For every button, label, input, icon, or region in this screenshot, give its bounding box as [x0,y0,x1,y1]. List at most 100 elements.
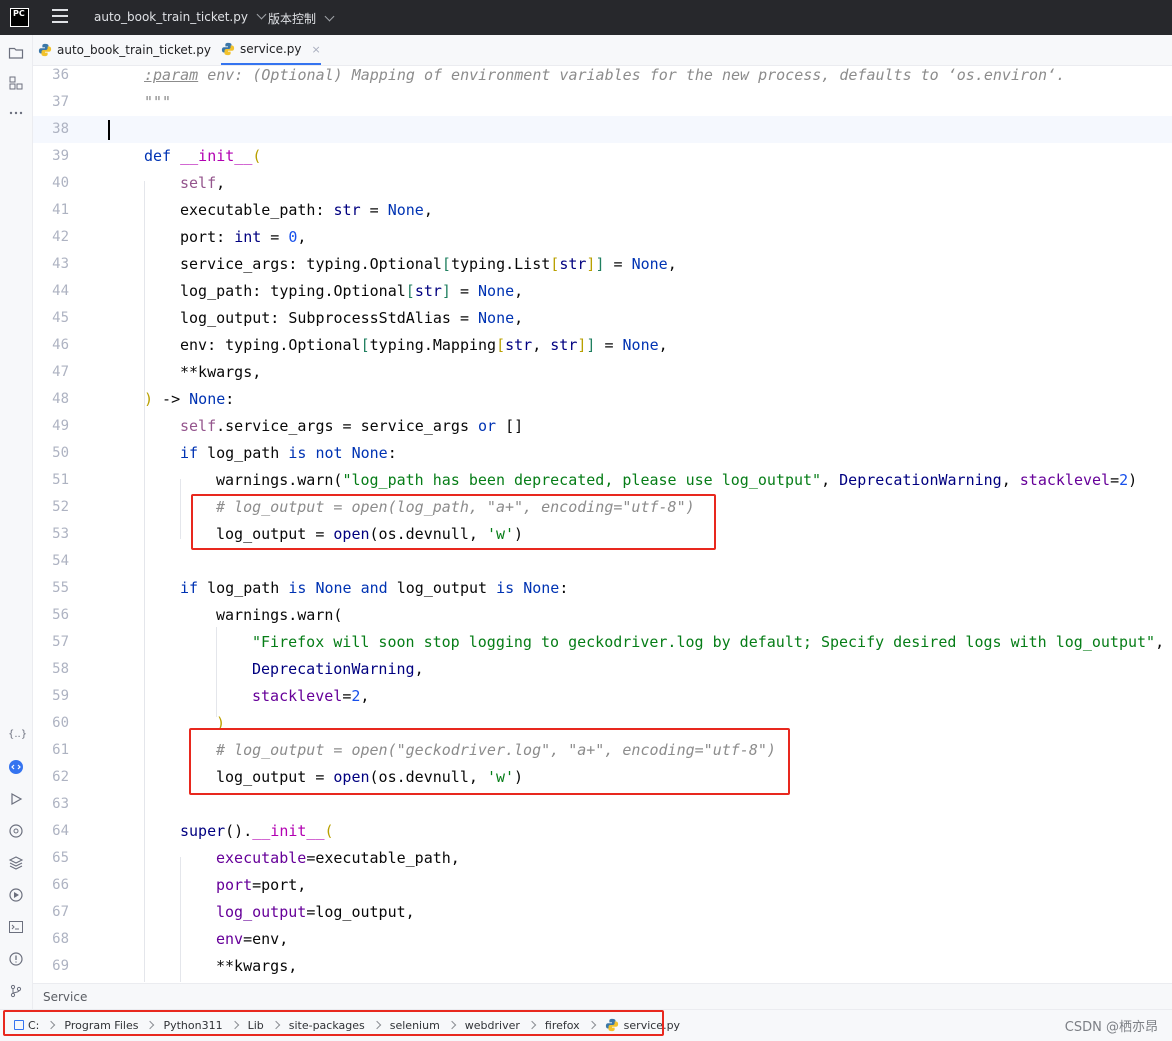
bracket: [ [550,255,560,273]
close-tab-icon[interactable]: × [312,43,321,56]
keyword: if [180,444,199,462]
json-braces-icon[interactable]: {..} [8,727,27,743]
keyword: None [622,336,659,354]
code-line: 58 DeprecationWarning, [33,656,1172,683]
code-line: 43 service_args: typing.Optional[typing.… [33,251,1172,278]
layers-icon[interactable] [8,855,24,871]
line-number: 54 [52,553,69,569]
project-name: auto_book_train_ticket.py [94,10,248,24]
navigation-bar: C: Program Files Python311 Lib site-pack… [0,1009,1172,1041]
structure-icon[interactable] [8,75,24,91]
line-number: 52 [52,499,69,515]
bracket: [ [441,255,451,273]
builtin: int [234,228,262,246]
code-line: 57 "Firefox will soon stop logging to ge… [33,629,1172,656]
line-number: 55 [52,580,69,596]
named-argument: env [216,930,244,948]
code-text: **kwargs, [180,363,262,381]
code-text: port: [180,228,235,246]
ai-assistant-icon[interactable] [8,759,24,775]
builtin: str [333,201,361,219]
self-keyword: self [180,174,217,192]
line-number: 38 [52,121,69,137]
code-text: , [360,687,370,705]
function-name: __init__ [252,822,325,840]
pycharm-logo-icon[interactable]: PC [10,8,29,27]
code-text: .service_args = service_args [216,417,479,435]
builtin: str [414,282,442,300]
code-text: , [658,336,668,354]
code-line: 56 warnings.warn( [33,602,1172,629]
code-text: : [225,390,235,408]
named-argument: log_output [216,903,307,921]
code-text: (). [225,822,253,840]
line-number: 57 [52,634,69,650]
code-line: 50 if log_path is not None: [33,440,1172,467]
code-text: = [360,201,388,219]
bracket: ) [144,390,154,408]
code-line: 51 warnings.warn("log_path has been depr… [33,467,1172,494]
keyword: is [496,579,515,597]
named-argument: stacklevel [252,687,343,705]
code-text: = [450,282,479,300]
line-number: 53 [52,526,69,542]
line-number: 64 [52,823,69,839]
title-bar: PC auto_book_train_ticket.py 版本控制 [0,0,1172,35]
project-selector[interactable]: auto_book_train_ticket.py [94,9,267,24]
tab-auto-book-train-ticket[interactable]: auto_book_train_ticket.py [38,35,211,65]
code-text: , [667,255,677,273]
code-editor[interactable]: 36 :param env: (Optional) Mapping of env… [33,66,1172,982]
code-line: 47 **kwargs, [33,359,1172,386]
code-text: warnings.warn( [216,471,343,489]
services-icon[interactable] [8,887,24,903]
code-line: 48 ) -> None: [33,386,1172,413]
line-number: 67 [52,904,69,920]
builtin: str [550,336,578,354]
builtin: str [559,255,587,273]
code-line: 36 :param env: (Optional) Mapping of env… [33,66,1172,89]
code-text: typing.List [450,255,551,273]
python-file-icon [38,43,52,57]
line-number: 51 [52,472,69,488]
code-text: log_output [387,579,497,597]
code-text: log_path [198,579,289,597]
code-line: 55 if log_path is None and log_output is… [33,575,1172,602]
line-number: 40 [52,175,69,191]
bracket: [ [496,336,506,354]
python-file-icon [221,42,235,56]
code-line: 46 env: typing.Optional[typing.Mapping[s… [33,332,1172,359]
self-keyword: self [180,417,217,435]
run-icon[interactable] [8,791,24,807]
code-line: 42 port: int = 0, [33,224,1172,251]
git-icon[interactable] [8,983,24,999]
keyword: None [351,444,388,462]
line-number: 60 [52,715,69,731]
bracket: ( [324,822,334,840]
keyword: None [478,282,515,300]
named-argument: executable [216,849,307,867]
chevron-down-icon [256,9,267,20]
code-line: 59 stacklevel=2, [33,683,1172,710]
project-folder-icon[interactable] [8,45,24,61]
code-text: , [532,336,551,354]
line-number: 44 [52,283,69,299]
terminal-icon[interactable] [8,919,24,935]
code-line: 39 def __init__( [33,143,1172,170]
highlight-box [3,1010,664,1036]
problems-icon[interactable] [8,951,24,967]
code-text: , [514,309,524,327]
more-tools-icon[interactable] [8,105,24,121]
line-number: 41 [52,202,69,218]
line-number: 46 [52,337,69,353]
tab-service[interactable]: service.py × [221,35,321,65]
service-panel-header: Service [33,983,1172,1010]
vcs-selector[interactable]: 版本控制 [268,10,335,27]
python-packages-icon[interactable] [8,823,24,839]
code-text: , [216,174,226,192]
code-text: =log_output, [306,903,415,921]
code-text: : [559,579,569,597]
main-menu-icon[interactable] [52,9,68,25]
code-text: [] [496,417,524,435]
panel-title: Service [43,990,88,1004]
line-number: 49 [52,418,69,434]
